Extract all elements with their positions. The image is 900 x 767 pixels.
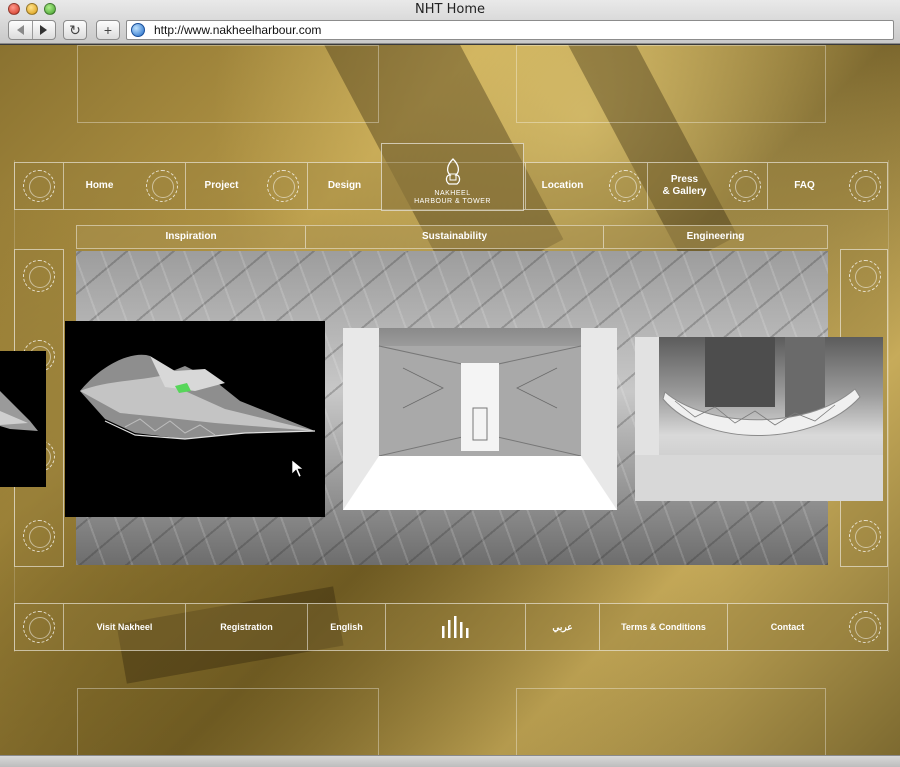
nav-location[interactable]: Location (525, 163, 599, 209)
logo-line-2: HARBOUR & TOWER (414, 198, 491, 205)
url-text: http://www.nakheelharbour.com (154, 23, 322, 37)
rosette-icon (146, 170, 178, 202)
reload-icon: ↻ (69, 21, 81, 38)
interior-atrium-image (343, 328, 617, 510)
gallery-panel-canopy[interactable] (635, 337, 883, 501)
nav-press-gallery[interactable]: Press & Gallery (647, 163, 721, 209)
nav-home[interactable]: Home (63, 163, 135, 209)
page-content: Home Project Design Location Press & Gal… (0, 45, 900, 755)
address-bar[interactable]: http://www.nakheelharbour.com (126, 20, 894, 40)
footer-visit-nakheel[interactable]: Visit Nakheel (63, 604, 185, 650)
rosette-icon (23, 520, 55, 552)
tower-model-image (80, 354, 316, 478)
bg-rule (888, 160, 889, 652)
footer-registration[interactable]: Registration (185, 604, 307, 650)
nakheel-logo[interactable]: NAKHEEL HARBOUR & TOWER (381, 143, 524, 211)
footer-contact[interactable]: Contact (727, 604, 847, 650)
rosette-icon (609, 170, 641, 202)
sub-nav: Inspiration Sustainability Engineering (76, 225, 828, 249)
rosette-icon (849, 611, 881, 643)
back-button[interactable] (9, 21, 33, 39)
footer-arabic[interactable]: عربي (525, 604, 599, 650)
bg-frame (516, 688, 826, 755)
canopy-structure-image (635, 337, 883, 501)
rosette-icon (729, 170, 761, 202)
gallery-panel-tower-model[interactable] (65, 321, 325, 517)
tab-engineering[interactable]: Engineering (603, 226, 827, 248)
bg-frame (77, 45, 379, 123)
gallery-panel-interior[interactable] (343, 328, 617, 510)
rosette-icon (23, 260, 55, 292)
history-buttons (8, 20, 56, 40)
add-bookmark-button[interactable]: + (96, 20, 120, 40)
window-bottom-bar (0, 755, 900, 767)
footer-terms[interactable]: Terms & Conditions (599, 604, 727, 650)
nav-design[interactable]: Design (307, 163, 381, 209)
rosette-icon (849, 170, 881, 202)
partial-model-image (0, 391, 38, 431)
globe-icon (131, 23, 145, 37)
rosette-icon (849, 520, 881, 552)
back-arrow-icon (16, 25, 24, 35)
rosette-icon (267, 170, 299, 202)
bg-frame (516, 45, 826, 123)
logo-line-1: NAKHEEL (434, 190, 471, 197)
rosette-icon (849, 260, 881, 292)
reload-button[interactable]: ↻ (63, 20, 87, 40)
tab-inspiration[interactable]: Inspiration (77, 226, 305, 248)
window-title: NHT Home (415, 2, 485, 17)
nav-faq[interactable]: FAQ (767, 163, 841, 209)
logo-emblem-icon (445, 158, 460, 185)
bg-frame (77, 688, 379, 755)
forward-button[interactable] (33, 21, 56, 39)
plus-icon: + (103, 22, 113, 38)
forward-arrow-icon (40, 25, 48, 35)
nav-project[interactable]: Project (185, 163, 257, 209)
rosette-icon (23, 611, 55, 643)
browser-toolbar: NHT Home ↻ + http://www.nakheelharbour.c… (0, 0, 900, 44)
skyline-bars-icon (441, 616, 468, 638)
rosette-icon (23, 170, 55, 202)
gallery-panel-offscreen[interactable] (0, 351, 46, 487)
footer-english[interactable]: English (307, 604, 385, 650)
footer-logo-mark[interactable] (385, 604, 525, 650)
tab-sustainability[interactable]: Sustainability (305, 226, 603, 248)
footer-nav: Visit Nakheel Registration English عربي … (14, 603, 888, 651)
